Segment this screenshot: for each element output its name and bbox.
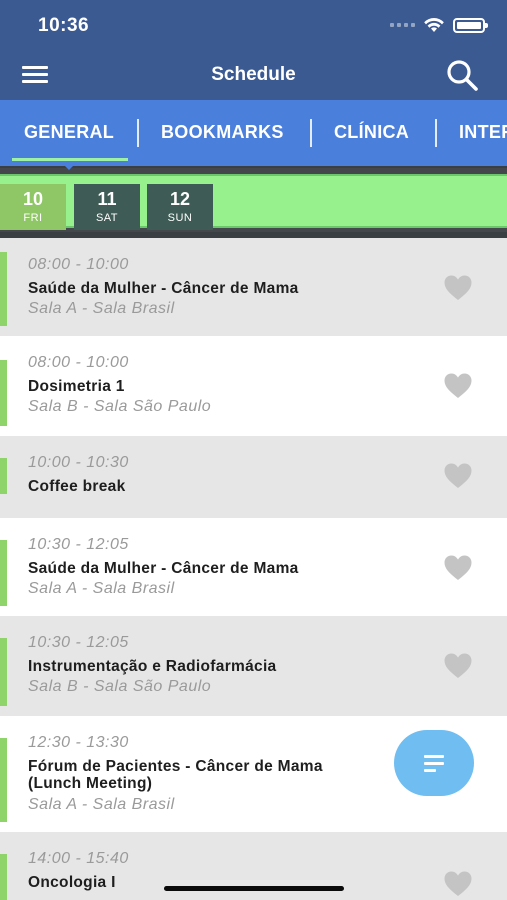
- heart-icon[interactable]: [443, 652, 473, 680]
- day-11[interactable]: 11 SAT: [74, 184, 140, 230]
- session-time: 08:00 - 10:00: [28, 354, 129, 371]
- date-selector: 10 FRI 11 SAT 12 SUN: [0, 168, 507, 232]
- session-stripe: [0, 252, 7, 326]
- selected-tab-indicator: [12, 158, 128, 161]
- session-stripe: [0, 360, 7, 426]
- session-list: 08:00 - 10:00 Saúde da Mulher - Câncer d…: [0, 238, 507, 900]
- session-room: Sala A - Sala Brasil: [28, 300, 175, 317]
- session-row[interactable]: 08:00 - 10:00 Saúde da Mulher - Câncer d…: [0, 238, 507, 336]
- app-bar: Schedule: [0, 50, 507, 100]
- category-tabs: GENERAL BOOKMARKS CLÍNICA INTER: [0, 100, 507, 166]
- battery-icon: [453, 17, 488, 33]
- tab-separator: [137, 119, 139, 147]
- day-number: 10: [22, 189, 44, 209]
- day-number: 11: [97, 189, 117, 209]
- session-title: Saúde da Mulher - Câncer de Mama: [28, 560, 299, 577]
- session-title: Saúde da Mulher - Câncer de Mama: [28, 280, 299, 297]
- session-time: 10:00 - 10:30: [28, 454, 129, 471]
- tab-caret-icon: [61, 162, 77, 170]
- session-title: Oncologia I: [28, 874, 116, 891]
- session-title: Coffee break: [28, 478, 126, 495]
- heart-icon[interactable]: [443, 462, 473, 490]
- tab-separator: [310, 119, 312, 147]
- day-number: 12: [169, 189, 191, 209]
- tab-bookmarks[interactable]: BOOKMARKS: [161, 122, 284, 143]
- tab-separator: [435, 119, 437, 147]
- session-stripe: [0, 854, 7, 900]
- wifi-icon: [424, 18, 444, 32]
- filter-fab-button[interactable]: [394, 730, 474, 796]
- session-title-line1: Fórum de Pacientes - Câncer de Mama: [28, 758, 323, 775]
- session-row[interactable]: 10:30 - 12:05 Saúde da Mulher - Câncer d…: [0, 518, 507, 616]
- session-room: Sala A - Sala Brasil: [28, 796, 175, 813]
- session-room: Sala A - Sala Brasil: [28, 580, 175, 597]
- status-bar: 10:36: [0, 0, 507, 50]
- session-title: Instrumentação e Radiofarmácia: [28, 658, 277, 675]
- status-time: 10:36: [38, 15, 90, 36]
- session-stripe: [0, 458, 7, 494]
- heart-icon[interactable]: [443, 554, 473, 582]
- day-12[interactable]: 12 SUN: [147, 184, 213, 230]
- session-stripe: [0, 638, 7, 706]
- home-indicator: [164, 886, 344, 891]
- session-row[interactable]: 10:00 - 10:30 Coffee break: [0, 436, 507, 518]
- status-icons: [390, 17, 488, 33]
- session-title-line2: (Lunch Meeting): [28, 775, 153, 792]
- day-10[interactable]: 10 FRI: [0, 184, 66, 230]
- date-strip: 10 FRI 11 SAT 12 SUN: [0, 174, 507, 230]
- session-stripe: [0, 738, 7, 822]
- page-title: Schedule: [211, 64, 296, 85]
- session-time: 10:30 - 12:05: [28, 634, 129, 651]
- tab-clinica[interactable]: CLÍNICA: [334, 122, 409, 143]
- day-of-week: SAT: [95, 212, 119, 224]
- session-time: 12:30 - 13:30: [28, 734, 129, 751]
- heart-icon[interactable]: [443, 870, 473, 898]
- session-title: Dosimetria 1: [28, 378, 125, 395]
- tab-inter[interactable]: INTER: [459, 122, 507, 143]
- session-room: Sala B - Sala São Paulo: [28, 678, 212, 695]
- session-time: 08:00 - 10:00: [28, 256, 129, 273]
- session-stripe: [0, 540, 7, 606]
- tab-general[interactable]: GENERAL: [24, 122, 114, 143]
- day-of-week: FRI: [23, 212, 43, 224]
- heart-icon[interactable]: [443, 372, 473, 400]
- session-row[interactable]: 08:00 - 10:00 Dosimetria 1 Sala B - Sala…: [0, 350, 507, 436]
- row-separator: [0, 336, 507, 350]
- heart-icon[interactable]: [443, 274, 473, 302]
- search-icon[interactable]: [445, 58, 481, 94]
- session-row[interactable]: 10:30 - 12:05 Instrumentação e Radiofarm…: [0, 616, 507, 716]
- session-time: 10:30 - 12:05: [28, 536, 129, 553]
- session-room: Sala B - Sala São Paulo: [28, 398, 212, 415]
- cellular-signal-icon: [390, 23, 415, 27]
- session-time: 14:00 - 15:40: [28, 850, 129, 867]
- day-of-week: SUN: [167, 212, 193, 224]
